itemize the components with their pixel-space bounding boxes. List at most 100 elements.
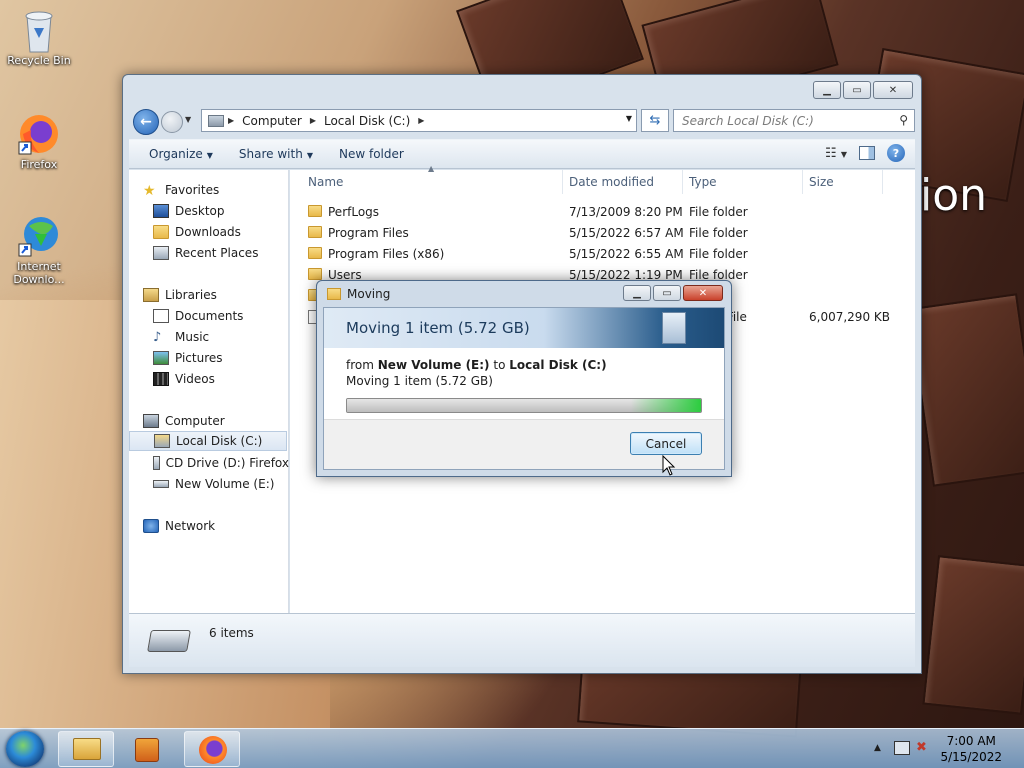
minimize-button[interactable]: ▁ — [813, 81, 841, 99]
music-icon: ♪ — [153, 330, 162, 345]
column-size[interactable]: Size — [803, 170, 883, 194]
breadcrumb-arrow-icon[interactable]: ▶ — [228, 116, 234, 125]
nav-desktop[interactable]: Desktop — [153, 201, 313, 221]
dialog-close-button[interactable]: ✕ — [683, 285, 723, 301]
search-icon[interactable]: ⚲ — [899, 113, 908, 127]
folder-icon — [308, 205, 322, 217]
taskbar-explorer-button[interactable] — [58, 731, 114, 767]
address-dropdown-icon[interactable]: ▼ — [626, 114, 632, 123]
column-date-modified[interactable]: Date modified — [563, 170, 683, 194]
column-name[interactable]: Name ▲ — [290, 164, 563, 194]
column-type[interactable]: Type — [683, 170, 803, 194]
taskbar-media-player-button[interactable] — [120, 731, 170, 767]
volume-muted-icon[interactable]: ✖ — [916, 740, 927, 755]
navigation-pane: ★ Favorites Desktop Downloads Recent Plac… — [129, 170, 289, 614]
clock[interactable]: 7:00 AM 5/15/2022 — [940, 733, 1002, 765]
row-date: 5/15/2022 6:55 AM — [569, 247, 684, 261]
nav-videos[interactable]: Videos — [153, 369, 313, 389]
nav-label: Downloads — [175, 225, 241, 239]
refresh-button[interactable]: ⇆ — [641, 109, 669, 132]
nav-new-volume[interactable]: New Volume (E:) — [153, 474, 313, 494]
table-row[interactable]: PerfLogs 7/13/2009 8:20 PM File folder — [290, 202, 915, 223]
desktop-icon-internet-download[interactable]: Internet Downlo... — [4, 214, 74, 286]
table-row[interactable]: Program Files (x86) 5/15/2022 6:55 AM Fi… — [290, 244, 915, 265]
nav-local-disk-c[interactable]: Local Disk (C:) — [129, 431, 287, 451]
nav-libraries[interactable]: Libraries — [143, 285, 303, 305]
system-tray: ▲ ✖ 7:00 AM 5/15/2022 — [864, 729, 1024, 768]
desktop-icon-firefox[interactable]: Firefox — [4, 112, 74, 171]
close-button[interactable]: ✕ — [873, 81, 913, 99]
breadcrumb-arrow-icon[interactable]: ▶ — [310, 116, 316, 125]
recycle-bin-icon — [17, 8, 61, 53]
back-button[interactable]: ← — [133, 109, 159, 135]
desktop-icon-label: Recycle Bin — [7, 54, 71, 67]
view-options-icon[interactable]: ☷ ▼ — [825, 146, 847, 161]
nav-label: Local Disk (C:) — [176, 434, 263, 448]
nav-label: Pictures — [175, 351, 223, 365]
breadcrumb-arrow-icon[interactable]: ▶ — [418, 116, 424, 125]
nav-documents[interactable]: Documents — [153, 306, 313, 326]
media-player-icon — [135, 738, 159, 762]
share-with-button[interactable]: Share with ▼ — [233, 147, 319, 161]
progress-fill — [347, 399, 701, 412]
row-date: 7/13/2009 8:20 PM — [569, 205, 683, 219]
recent-places-icon — [153, 246, 169, 260]
address-bar[interactable]: ▶ Computer ▶ Local Disk (C:) ▶ ▼ — [201, 109, 637, 132]
breadcrumb-computer[interactable]: Computer — [242, 114, 302, 128]
nav-label: Favorites — [165, 183, 220, 197]
move-route: from New Volume (E:) to Local Disk (C:) — [346, 358, 607, 372]
organize-label: Organize — [149, 147, 203, 161]
destination-drive[interactable]: Local Disk (C:) — [509, 358, 606, 372]
folder-icon — [308, 268, 322, 280]
dialog-title: Moving — [347, 287, 391, 301]
source-drive[interactable]: New Volume (E:) — [378, 358, 490, 372]
table-row[interactable]: Program Files 5/15/2022 6:57 AM File fol… — [290, 223, 915, 244]
desktop-icon-label: Firefox — [20, 158, 58, 171]
nav-favorites[interactable]: ★ Favorites — [143, 180, 303, 200]
show-hidden-icons-icon[interactable]: ▲ — [874, 743, 881, 753]
document-icon — [662, 312, 686, 344]
row-size: 6,007,290 KB — [809, 310, 890, 324]
taskbar-firefox-button[interactable] — [184, 731, 240, 767]
taskbar: ▲ ✖ 7:00 AM 5/15/2022 — [0, 728, 1024, 768]
nav-label: New Volume (E:) — [175, 477, 275, 491]
nav-label: Recent Places — [175, 246, 259, 260]
folder-icon — [308, 226, 322, 238]
nav-network[interactable]: Network — [143, 516, 303, 536]
items-count: 6 items — [209, 626, 254, 640]
search-input[interactable]: Search Local Disk (C:) ⚲ — [673, 109, 915, 132]
clock-date: 5/15/2022 — [940, 750, 1002, 764]
nav-music[interactable]: ♪ Music — [153, 327, 313, 347]
nav-pictures[interactable]: Pictures — [153, 348, 313, 368]
title-bar[interactable]: ▁ ▭ ✕ — [123, 75, 921, 107]
cd-drive-icon — [153, 456, 160, 470]
documents-icon — [153, 309, 169, 323]
drive-icon — [153, 480, 169, 488]
dialog-maximize-button[interactable]: ▭ — [653, 285, 681, 301]
nav-computer[interactable]: Computer — [143, 411, 303, 431]
dialog-minimize-button[interactable]: ▁ — [623, 285, 651, 301]
cancel-button[interactable]: Cancel — [630, 432, 702, 455]
dialog-title-bar[interactable]: Moving ▁ ▭ ✕ — [317, 281, 731, 307]
chevron-down-icon: ▼ — [206, 151, 213, 160]
nav-downloads[interactable]: Downloads — [153, 222, 313, 242]
drive-status-icon — [147, 630, 191, 652]
forward-button[interactable] — [161, 111, 183, 133]
organize-button[interactable]: Organize ▼ — [143, 147, 219, 161]
desktop-icon-recycle-bin[interactable]: Recycle Bin — [4, 8, 74, 67]
desktop-icon — [153, 204, 169, 218]
help-icon[interactable]: ? — [887, 144, 905, 162]
new-folder-label: New folder — [338, 147, 404, 161]
recent-pages-dropdown[interactable]: ▼ — [185, 115, 191, 124]
nav-recent-places[interactable]: Recent Places — [153, 243, 313, 263]
new-folder-button[interactable]: New folder — [333, 147, 410, 161]
row-name: PerfLogs — [328, 205, 380, 219]
start-button[interactable] — [6, 731, 44, 767]
maximize-button[interactable]: ▭ — [843, 81, 871, 99]
nav-cd-drive[interactable]: CD Drive (D:) Firefox — [153, 453, 289, 473]
breadcrumb-local-disk[interactable]: Local Disk (C:) — [324, 114, 410, 128]
preview-pane-icon[interactable] — [859, 146, 875, 160]
network-status-icon[interactable] — [894, 741, 910, 755]
column-label: Date modified — [569, 175, 655, 189]
moving-dialog: Moving ▁ ▭ ✕ Moving 1 item (5.72 GB) fro… — [316, 280, 732, 477]
